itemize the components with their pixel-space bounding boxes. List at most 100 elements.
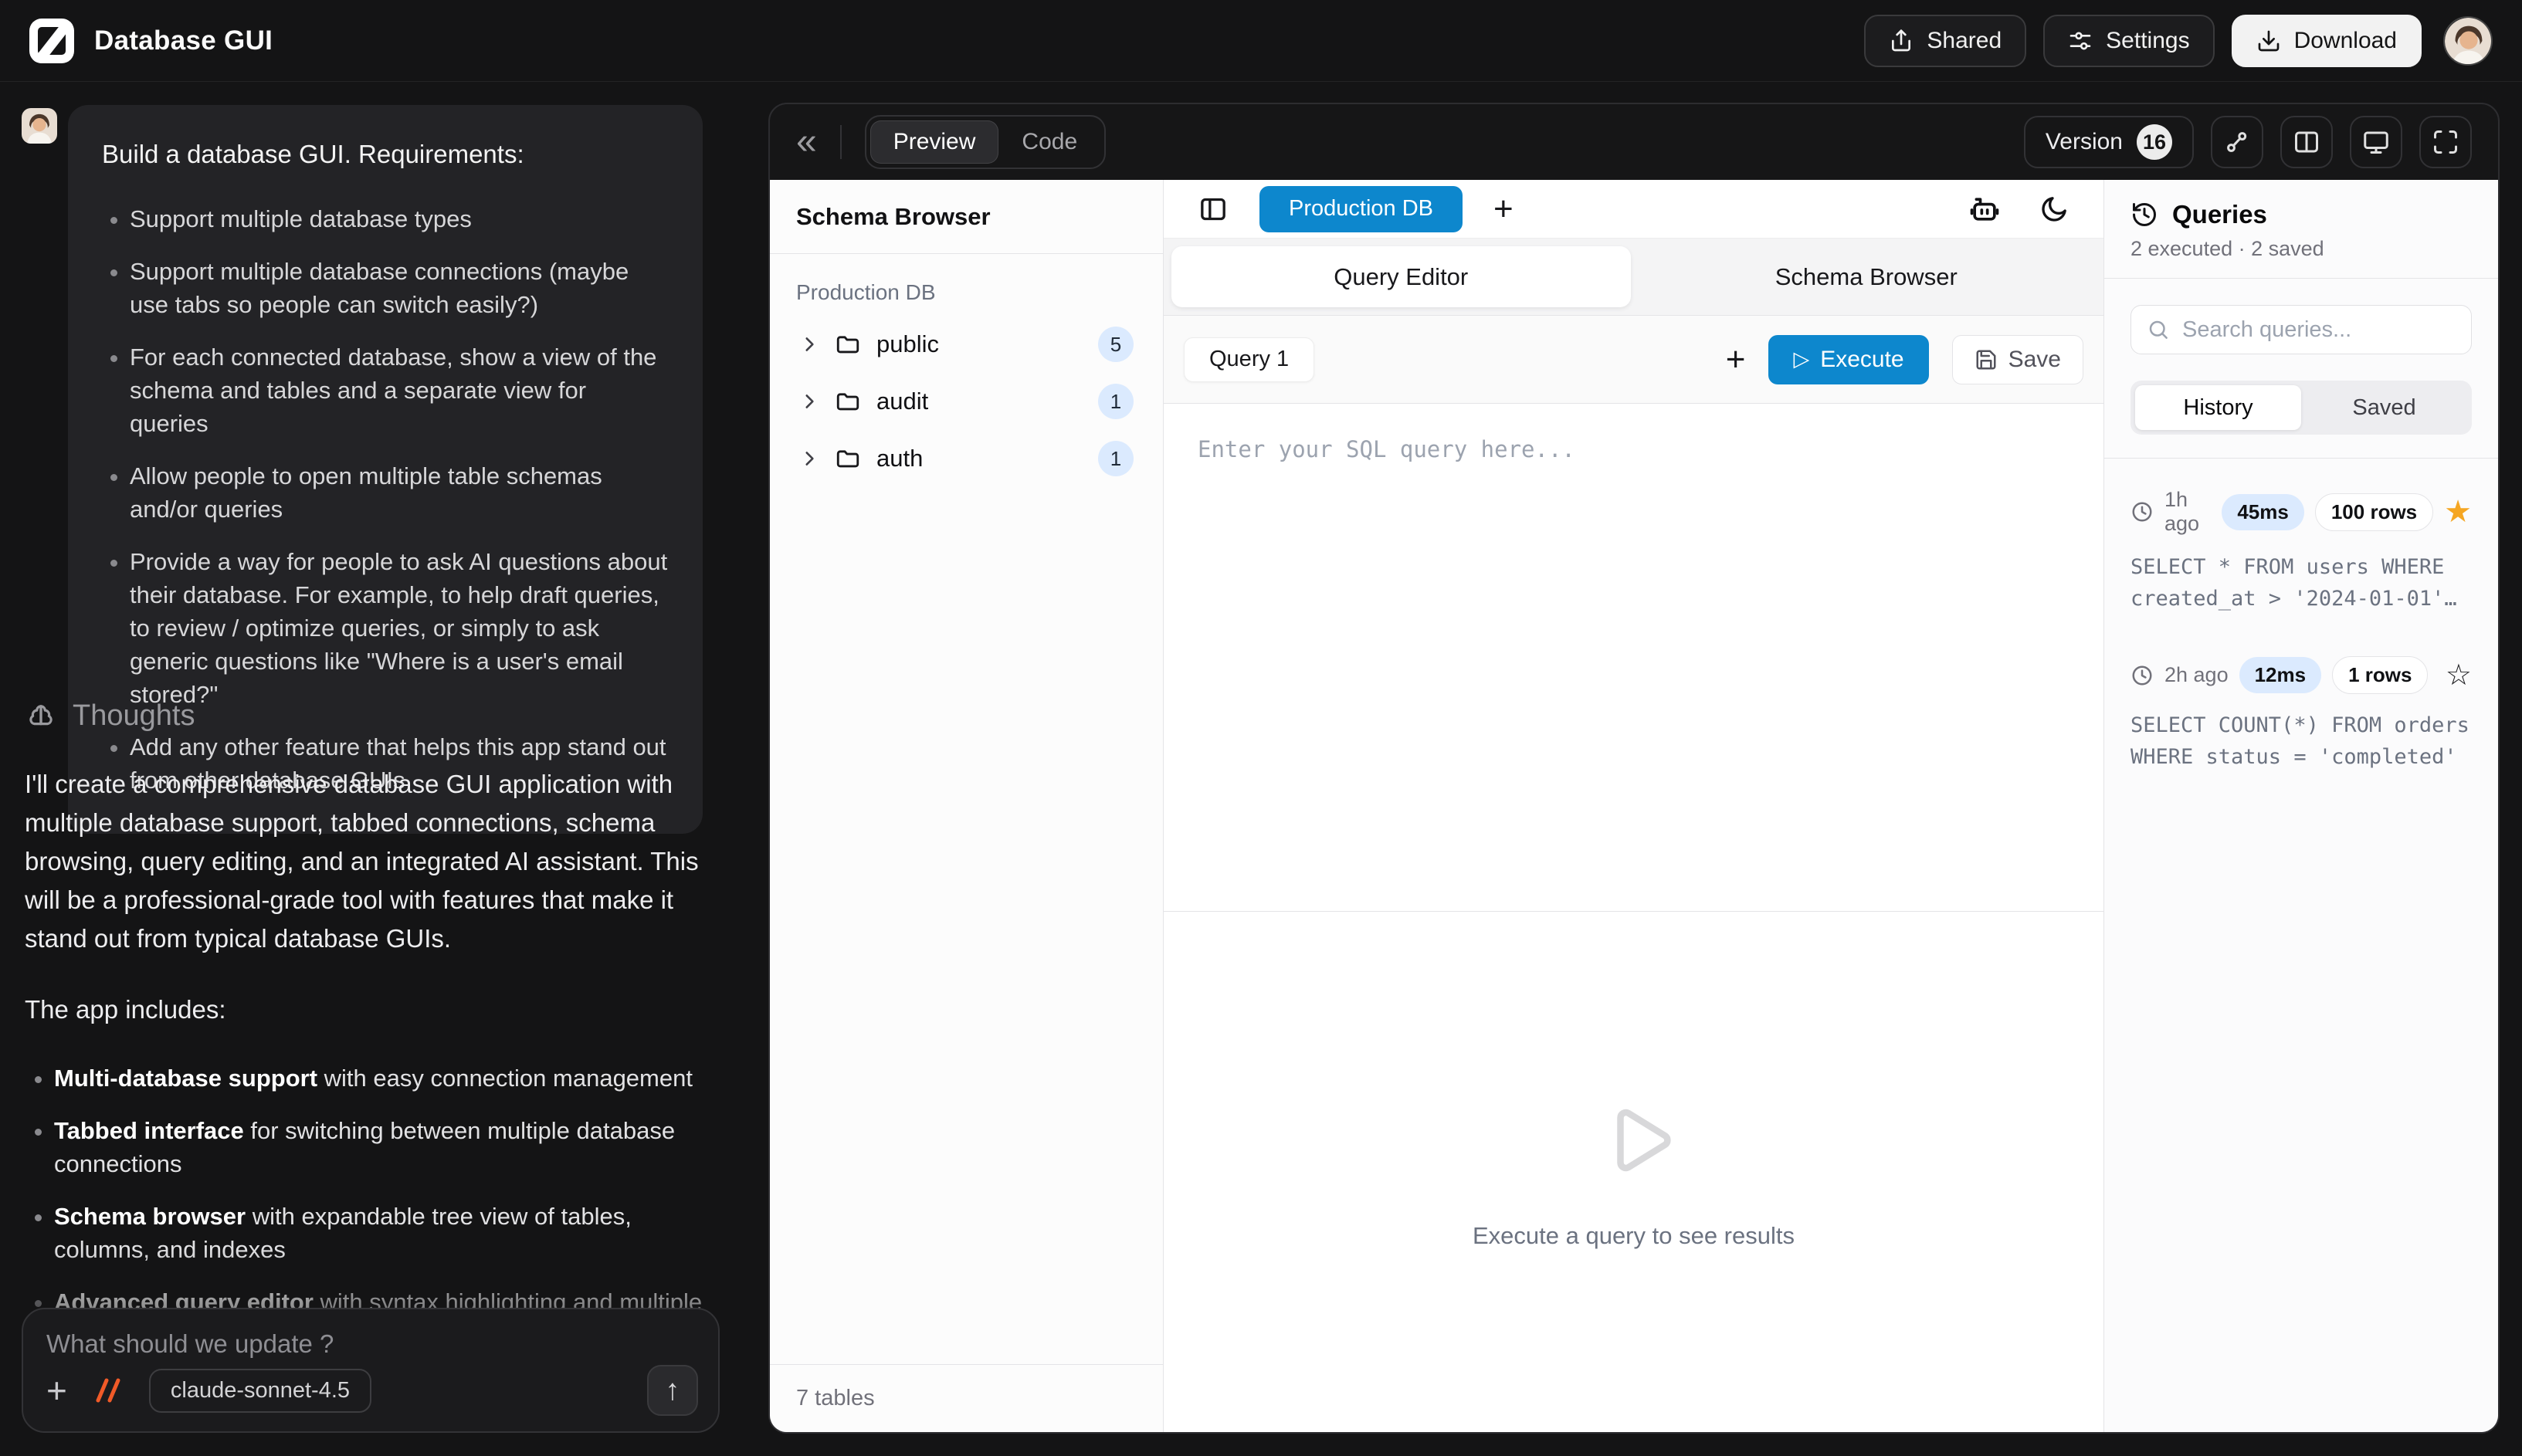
connection-tab-production-db[interactable]: Production DB [1259, 186, 1463, 232]
panel-toggle-icon[interactable] [1198, 194, 1229, 225]
schema-tree-row-public[interactable]: public 5 [790, 316, 1143, 373]
execute-button[interactable]: ▷ Execute [1768, 335, 1928, 384]
sql-editor[interactable]: Enter your SQL query here... [1164, 404, 2103, 912]
model-selector[interactable]: claude-sonnet-4.5 [149, 1369, 371, 1413]
add-query-tab-button[interactable]: + [1726, 343, 1746, 377]
schema-panel-title: Schema Browser [770, 180, 1163, 254]
thoughts-paragraph: I'll create a comprehensive database GUI… [25, 765, 706, 958]
monitor-icon [2362, 128, 2390, 156]
fullscreen-button[interactable] [2419, 116, 2472, 168]
history-clock-icon [2130, 201, 2158, 229]
history-time: 2h ago [2164, 663, 2229, 687]
share-icon [1889, 29, 1914, 53]
queries-panel-title: Queries [2172, 200, 2267, 229]
preview-toolbar: « Preview Code Version 16 [770, 104, 2498, 180]
query-history-list: 1h ago 45ms 100 rows ★ SELECT * FROM use… [2104, 459, 2498, 1432]
message-bullet: Provide a way for people to ask AI quest… [130, 545, 669, 711]
dark-mode-moon-icon[interactable] [2039, 194, 2069, 225]
star-outline-icon[interactable]: ☆ [2446, 661, 2472, 690]
brain-icon [25, 700, 57, 733]
history-item[interactable]: 1h ago 45ms 100 rows ★ SELECT * FROM use… [2130, 488, 2472, 615]
history-saved-tabs: History Saved [2130, 381, 2472, 435]
save-button[interactable]: Save [1952, 335, 2083, 384]
ai-assistant-robot-icon[interactable] [1968, 192, 2002, 226]
double-slash-icon[interactable] [90, 1376, 126, 1405]
message-bullet: For each connected database, show a view… [130, 340, 669, 440]
preview-code-switch: Preview Code [865, 115, 1106, 169]
chat-input-placeholder: What should we update ? [46, 1329, 695, 1359]
schema-panel: Schema Browser Production DB public 5 [770, 180, 1164, 1432]
star-filled-icon[interactable]: ★ [2444, 496, 2472, 527]
schema-tree-row-audit[interactable]: audit 1 [790, 373, 1143, 430]
connection-bar: Production DB + [1164, 180, 2103, 239]
queries-panel: Queries 2 executed · 2 saved History Sav… [2103, 180, 2498, 1432]
message-heading: Build a database GUI. Requirements: [102, 137, 669, 171]
app-logo-icon [29, 19, 74, 63]
results-empty-text: Execute a query to see results [1473, 1222, 1795, 1250]
thoughts-header[interactable]: Thoughts [25, 699, 706, 733]
database-gui-app: Schema Browser Production DB public 5 [770, 180, 2498, 1432]
feature-item: Tabbed interface for switching between m… [54, 1114, 706, 1180]
attach-plus-icon[interactable]: + [46, 1373, 67, 1408]
collapse-panel-icon[interactable]: « [796, 124, 817, 161]
chevron-right-icon [799, 449, 819, 469]
tab-query-editor[interactable]: Query Editor [1171, 246, 1631, 307]
toolbar-divider [840, 125, 842, 159]
top-bar: Database GUI Shared Settings Download [0, 0, 2522, 82]
play-icon: ▷ [1793, 347, 1809, 371]
preview-frame: « Preview Code Version 16 [768, 103, 2500, 1434]
message-bullet: Support multiple database types [130, 202, 669, 235]
split-view-button[interactable] [2280, 116, 2333, 168]
search-icon [2147, 318, 2170, 341]
main-editor-area: Production DB + Query Editor Schema Brow… [1164, 180, 2103, 1432]
history-sql: SELECT * FROM users WHERE created_at > '… [2130, 551, 2472, 615]
shared-button[interactable]: Shared [1864, 15, 2026, 67]
arrow-up-icon: ↑ [666, 1374, 680, 1407]
settings-button[interactable]: Settings [2043, 15, 2214, 67]
user-avatar[interactable] [2443, 16, 2493, 66]
tab-history[interactable]: History [2135, 385, 2301, 430]
query-bar: Query 1 + ▷ Execute Save [1164, 316, 2103, 404]
save-floppy-icon [1975, 348, 1998, 371]
history-sql: SELECT COUNT(*) FROM orders WHERE status… [2130, 709, 2472, 773]
version-button[interactable]: Version 16 [2024, 116, 2194, 168]
tab-preview[interactable]: Preview [870, 120, 999, 164]
play-outline-icon [1588, 1094, 1680, 1187]
version-badge: 16 [2137, 124, 2172, 160]
query-tab-1[interactable]: Query 1 [1184, 337, 1314, 382]
chat-input[interactable]: What should we update ? + claude-sonnet-… [22, 1308, 720, 1433]
split-columns-icon [2293, 128, 2320, 156]
message-bullet: Allow people to open multiple table sche… [130, 459, 669, 526]
clock-icon [2130, 664, 2154, 687]
duration-badge: 12ms [2239, 657, 2322, 693]
tab-schema-browser[interactable]: Schema Browser [1637, 246, 2097, 307]
schema-tree-row-auth[interactable]: auth 1 [790, 430, 1143, 487]
feature-item: Schema browser with expandable tree view… [54, 1200, 706, 1266]
folder-icon [835, 331, 861, 357]
chat-sidebar: Build a database GUI. Requirements: Supp… [0, 82, 764, 1456]
folder-icon [835, 388, 861, 415]
download-button[interactable]: Download [2232, 15, 2422, 67]
version-history-button[interactable] [2211, 116, 2263, 168]
app-title: Database GUI [94, 25, 273, 56]
download-icon [2256, 29, 2281, 53]
tab-code[interactable]: Code [998, 120, 1100, 164]
user-message-avatar [22, 108, 57, 144]
chevron-right-icon [799, 334, 819, 354]
rows-badge: 100 rows [2315, 493, 2433, 531]
queries-panel-subtitle: 2 executed · 2 saved [2130, 237, 2472, 261]
git-branch-icon [2223, 128, 2251, 156]
connection-name-label: Production DB [796, 280, 1143, 305]
device-preview-button[interactable] [2350, 116, 2402, 168]
fullscreen-icon [2432, 128, 2459, 156]
add-connection-button[interactable]: + [1493, 192, 1514, 226]
rows-badge: 1 rows [2332, 656, 2428, 694]
results-empty-state: Execute a query to see results [1164, 912, 2103, 1432]
tab-saved[interactable]: Saved [2301, 385, 2467, 430]
feature-item: Multi-database support with easy connect… [54, 1062, 706, 1095]
tables-count-status: 7 tables [770, 1364, 1163, 1432]
search-queries-input[interactable] [2182, 317, 2473, 343]
history-item[interactable]: 2h ago 12ms 1 rows ☆ SELECT COUNT(*) FRO… [2130, 656, 2472, 773]
send-button[interactable]: ↑ [647, 1365, 698, 1416]
table-count-badge: 1 [1098, 384, 1134, 419]
